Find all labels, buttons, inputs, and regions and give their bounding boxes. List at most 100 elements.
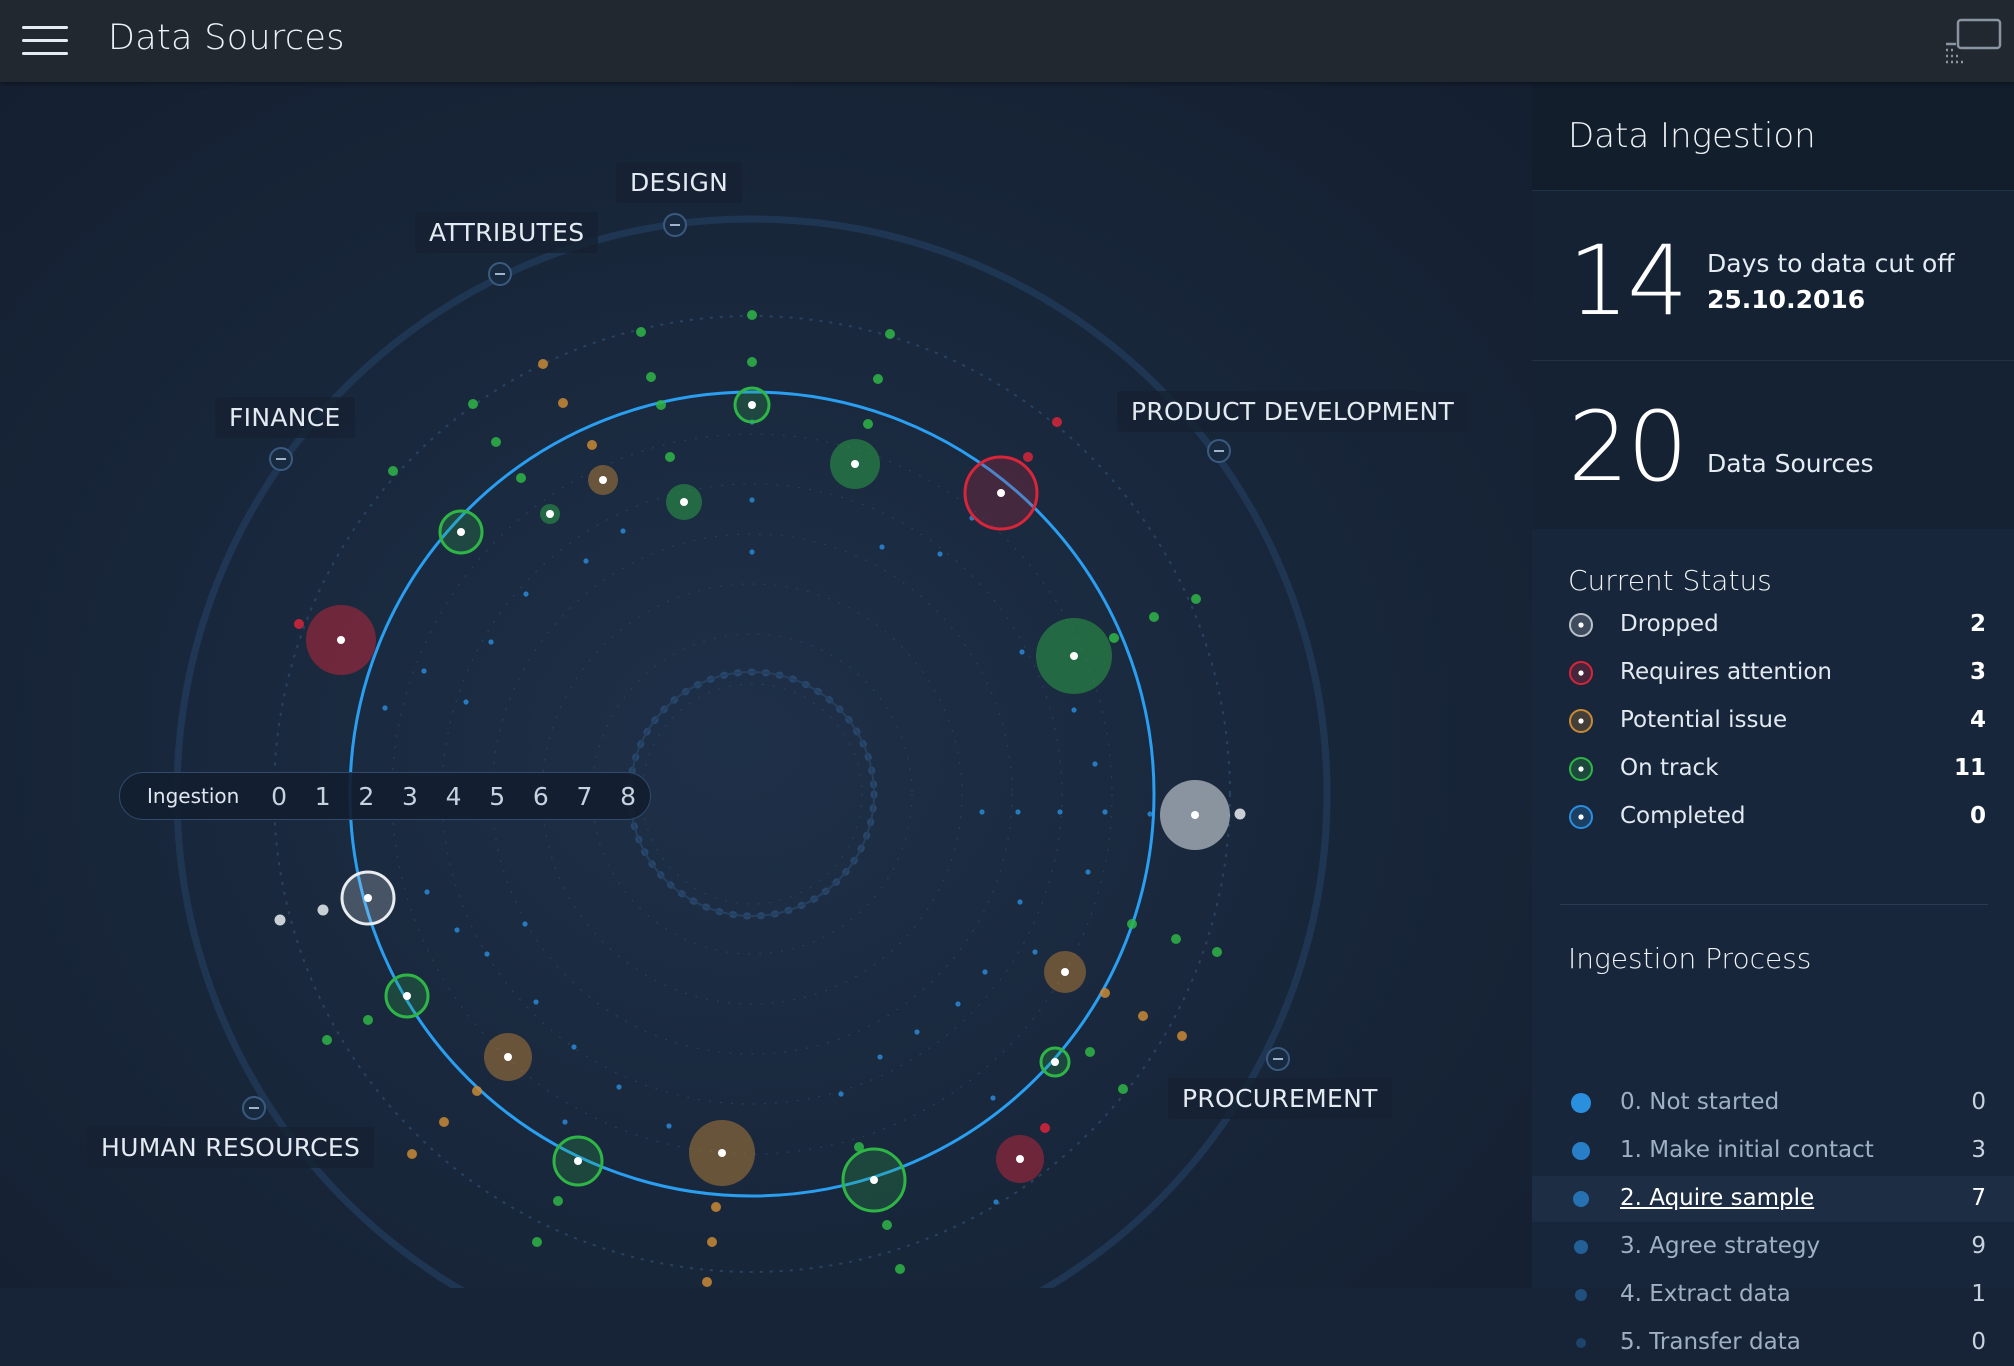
data-source-bubble-center (870, 1176, 878, 1184)
scatter-dot (421, 668, 427, 674)
status-row-on-track[interactable]: On track 11 (1532, 746, 2014, 792)
status-count: 4 (1969, 707, 1986, 733)
ingestion-scale-label: Ingestion (147, 784, 240, 808)
status-dot-icon (1569, 709, 1593, 733)
scatter-dot (1092, 761, 1098, 767)
dept-label-design[interactable]: DESIGN (616, 162, 743, 203)
scatter-dot (955, 1001, 961, 1007)
process-stage-dot-icon (1571, 1093, 1591, 1113)
scatter-dot (885, 329, 895, 339)
status-label: On track (1620, 755, 1719, 781)
process-label: 0. Not started (1620, 1089, 1780, 1115)
scatter-dot (382, 705, 388, 711)
data-source-bubble-center (457, 528, 465, 536)
scatter-dot (1234, 808, 1246, 820)
scatter-dot (1017, 899, 1023, 905)
scatter-dot (1071, 707, 1077, 713)
scatter-dot (1019, 649, 1025, 655)
status-label: Requires attention (1620, 659, 1832, 685)
data-source-bubble-center (680, 498, 688, 506)
dept-label-attributes[interactable]: ATTRIBUTES (415, 212, 599, 253)
page-title: Data Sources (108, 18, 345, 58)
scatter-dot (1177, 1031, 1187, 1041)
process-row-2[interactable]: 2. Aquire sample 7 (1532, 1176, 2014, 1222)
status-row-dropped[interactable]: Dropped 2 (1532, 602, 2014, 648)
scatter-dot (1040, 1123, 1050, 1133)
data-source-bubble-center (997, 489, 1005, 497)
dept-label-product-development[interactable]: PRODUCT DEVELOPMENT (1117, 391, 1469, 432)
process-row-0[interactable]: 0. Not started 0 (1532, 1080, 2014, 1126)
ingestion-step-0[interactable]: 0 (257, 782, 301, 811)
data-ingestion-panel: Data Ingestion 14 Days to data cut off 2… (1532, 82, 2014, 1355)
scatter-dot (838, 1091, 844, 1097)
process-label: 5. Transfer data (1620, 1329, 1801, 1355)
scatter-dot (863, 419, 873, 429)
scatter-dot (990, 1095, 996, 1101)
dept-label-human-resources[interactable]: HUMAN RESOURCES (87, 1127, 375, 1168)
status-count: 0 (1969, 803, 1986, 829)
scatter-dot (711, 1202, 721, 1212)
process-label: 2. Aquire sample (1620, 1185, 1815, 1211)
process-row-1[interactable]: 1. Make initial contact 3 (1532, 1128, 2014, 1174)
scatter-dot (877, 1054, 883, 1060)
scatter-dot (523, 591, 529, 597)
scatter-dot (562, 1119, 568, 1125)
scatter-dot (620, 528, 626, 534)
process-label: 4. Extract data (1620, 1281, 1791, 1307)
ingestion-step-8[interactable]: 8 (606, 782, 650, 811)
scatter-dot (1032, 949, 1038, 955)
status-row-requires-attention[interactable]: Requires attention 3 (1532, 650, 2014, 696)
process-row-4[interactable]: 4. Extract data 1 (1532, 1272, 2014, 1318)
cast-screen-icon[interactable] (1944, 16, 2002, 64)
scatter-dot (882, 1220, 892, 1230)
scatter-dot (914, 1029, 920, 1035)
dept-label-finance[interactable]: FINANCE (215, 397, 355, 438)
status-dot-icon (1569, 757, 1593, 781)
process-count: 1 (1971, 1281, 1986, 1307)
panel-header: Data Ingestion (1532, 82, 2014, 190)
scatter-dot (1102, 809, 1108, 815)
process-label: 3. Agree strategy (1620, 1233, 1821, 1259)
scatter-dot (646, 372, 656, 382)
scatter-dot (1023, 452, 1033, 462)
ingestion-step-2[interactable]: 2 (345, 782, 389, 811)
ingestion-step-4[interactable]: 4 (432, 782, 476, 811)
process-count: 3 (1971, 1137, 1986, 1163)
ingestion-step-5[interactable]: 5 (475, 782, 519, 811)
ingestion-stage-scale: Ingestion 0 1 2 3 4 5 6 7 8 (119, 772, 651, 820)
scatter-dot (747, 357, 757, 367)
ingestion-step-3[interactable]: 3 (388, 782, 432, 811)
data-source-bubble-center (504, 1053, 512, 1061)
scatter-dot (532, 1237, 542, 1247)
ingestion-step-1[interactable]: 1 (301, 782, 345, 811)
process-row-3[interactable]: 3. Agree strategy 9 (1532, 1224, 2014, 1270)
data-source-bubble-center (718, 1149, 726, 1157)
scatter-dot (749, 549, 755, 555)
scatter-dot (873, 374, 883, 384)
scatter-dot (388, 466, 398, 476)
status-dot-icon (1569, 613, 1593, 637)
dept-label-procurement[interactable]: PROCUREMENT (1168, 1078, 1392, 1119)
ingestion-process-title: Ingestion Process (1568, 942, 1812, 975)
scatter-dot (407, 1149, 417, 1159)
data-source-bubble-center (851, 460, 859, 468)
scatter-dot (1015, 809, 1021, 815)
process-stage-dot-icon (1575, 1289, 1587, 1301)
scatter-dot (656, 400, 666, 410)
scatter-dot (1100, 988, 1110, 998)
data-source-bubble-center (1191, 811, 1199, 819)
scatter-dot (553, 1196, 563, 1206)
scatter-dot (583, 558, 589, 564)
ingestion-step-7[interactable]: 7 (563, 782, 607, 811)
cutoff-date: 25.10.2016 (1707, 285, 1866, 314)
process-row-5[interactable]: 5. Transfer data 0 (1532, 1320, 2014, 1366)
scatter-dot (317, 904, 329, 916)
process-stage-dot-icon (1572, 1142, 1590, 1160)
status-row-completed[interactable]: Completed 0 (1532, 794, 2014, 840)
scatter-dot (666, 1123, 672, 1129)
hamburger-menu-icon[interactable] (22, 26, 68, 56)
scatter-dot (1118, 1084, 1128, 1094)
ingestion-step-6[interactable]: 6 (519, 782, 563, 811)
status-row-potential-issue[interactable]: Potential issue 4 (1532, 698, 2014, 744)
scatter-dot (516, 473, 526, 483)
